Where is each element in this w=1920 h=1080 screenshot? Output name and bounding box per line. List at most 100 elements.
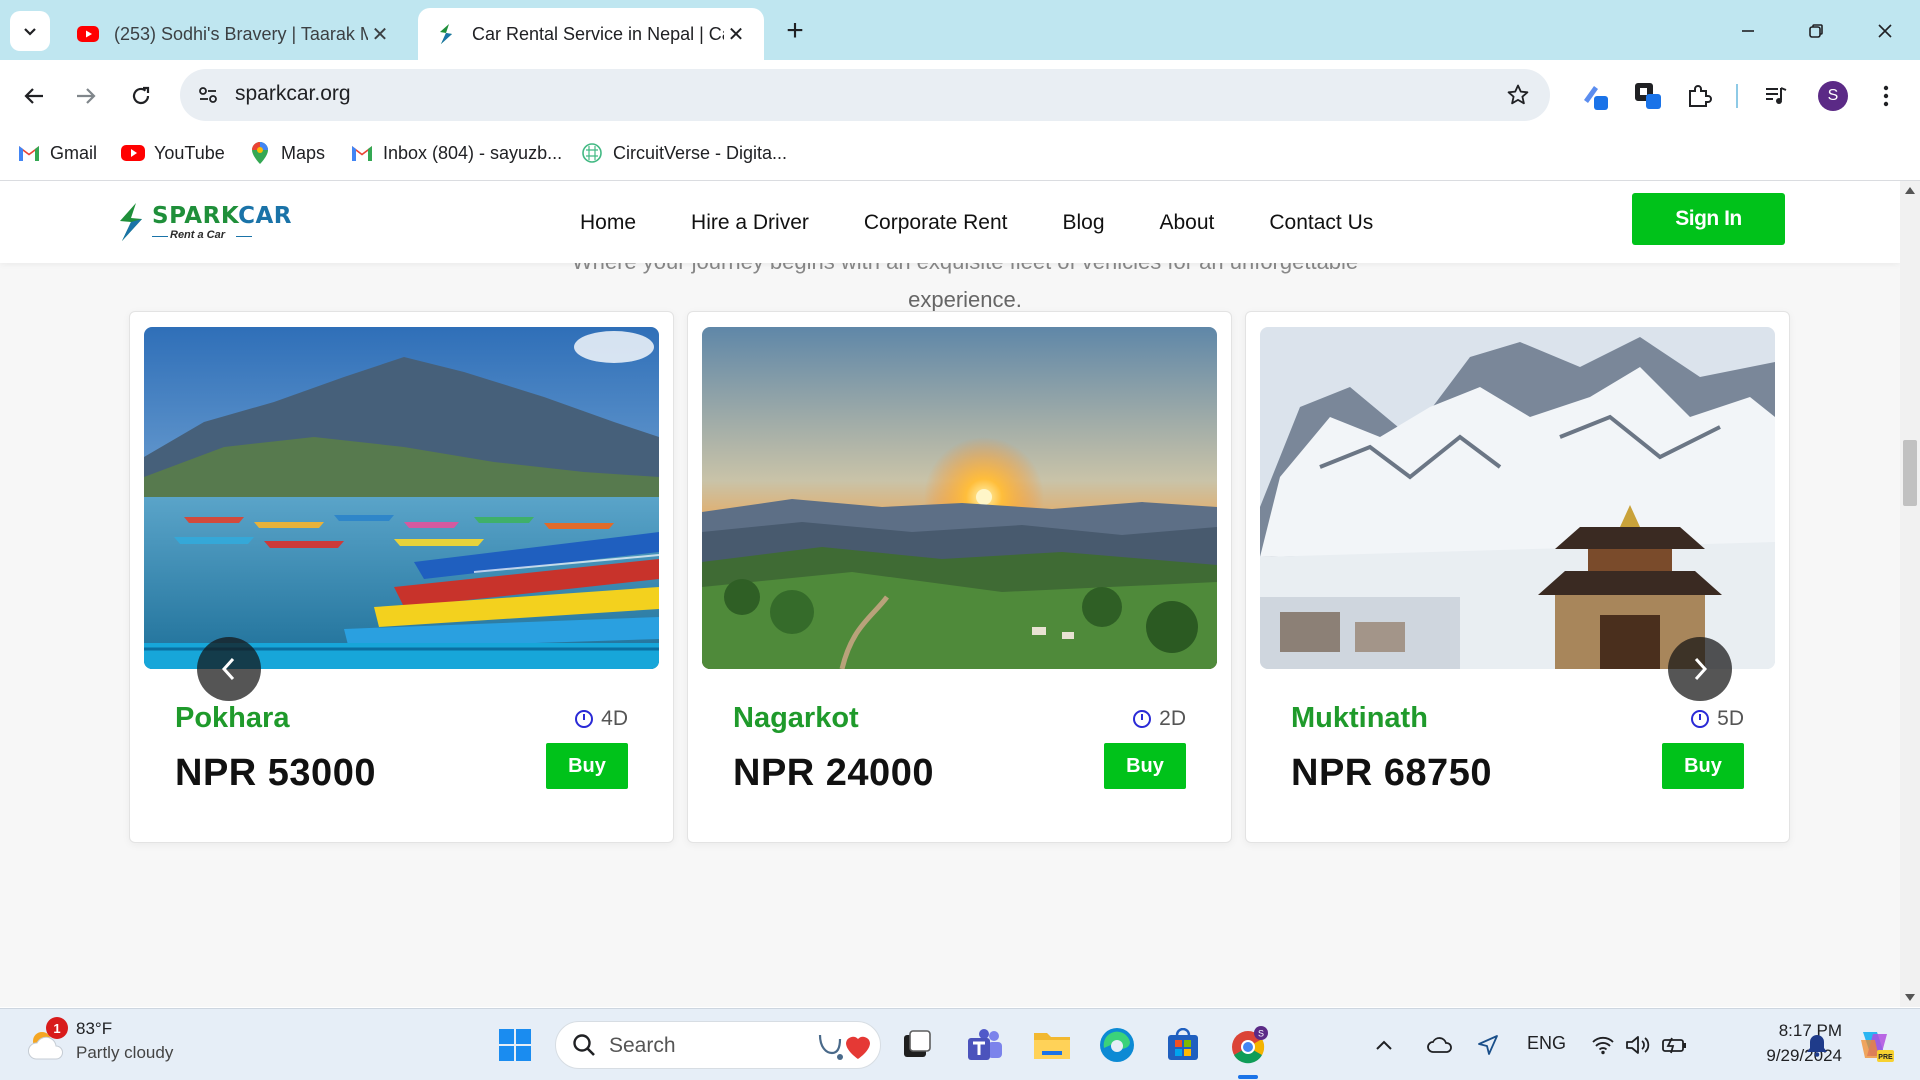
url-text[interactable]: sparkcar.org	[235, 82, 351, 106]
package-place: Muktinath	[1291, 702, 1428, 734]
page-scrollbar[interactable]	[1900, 181, 1920, 1007]
new-tab-button[interactable]: +	[780, 16, 810, 46]
close-tab-icon[interactable]: ✕	[368, 22, 392, 46]
wifi-button[interactable]	[1583, 1023, 1623, 1067]
buy-button[interactable]: Buy	[546, 743, 628, 789]
bookmark-youtube[interactable]: YouTube	[121, 138, 225, 168]
notifications-button[interactable]	[1797, 1023, 1837, 1067]
carousel-next-button[interactable]	[1668, 637, 1732, 701]
bookmark-circuitverse[interactable]: CircuitVerse - Digita...	[580, 138, 787, 168]
extensions-puzzle-icon[interactable]	[1681, 78, 1717, 114]
search-highlight-icon	[818, 1034, 870, 1060]
extension-translate-icon[interactable]	[1630, 78, 1666, 114]
sparkcar-logo[interactable]: SPARKCAR Rent a Car	[112, 199, 292, 245]
chrome-button[interactable]: S	[1226, 1023, 1270, 1067]
bookmark-maps[interactable]: Maps	[248, 138, 325, 168]
windows-taskbar: 1 83°F Partly cloudy Search S ENG 8:17 P…	[0, 1008, 1920, 1080]
scroll-up-arrow-icon[interactable]	[1905, 187, 1915, 194]
tab-youtube[interactable]: (253) Sodhi's Bravery | Taarak M ✕	[60, 8, 408, 60]
bookmark-label: Gmail	[50, 142, 98, 163]
minimize-button[interactable]	[1731, 14, 1765, 48]
tab-search-button[interactable]	[10, 11, 50, 51]
chevron-right-icon	[1694, 657, 1708, 681]
scrollbar-thumb[interactable]	[1903, 440, 1917, 506]
bookmark-label: CircuitVerse - Digita...	[613, 142, 788, 163]
bookmark-label: Inbox (804) - sayuzb...	[383, 142, 563, 163]
package-image[interactable]	[144, 327, 659, 669]
buy-button[interactable]: Buy	[1104, 743, 1186, 789]
microsoft-store-icon	[1168, 1028, 1198, 1060]
sign-in-button[interactable]: Sign In	[1632, 193, 1785, 245]
show-hidden-icons-button[interactable]	[1370, 1023, 1398, 1067]
forward-button[interactable]	[66, 76, 106, 116]
notification-badge: 1	[46, 1017, 68, 1039]
location-button[interactable]	[1468, 1023, 1508, 1067]
nav-hire-a-driver[interactable]: Hire a Driver	[691, 211, 809, 235]
weather-widget[interactable]: 1 83°F Partly cloudy	[26, 1017, 186, 1073]
bookmark-gmail[interactable]: Gmail	[17, 138, 97, 168]
restore-button[interactable]	[1799, 14, 1833, 48]
forward-arrow-icon	[77, 88, 96, 104]
site-info-icon[interactable]	[194, 81, 222, 109]
gmail-icon	[350, 141, 374, 165]
windows-logo-icon	[499, 1029, 531, 1061]
media-control-icon[interactable]	[1758, 78, 1794, 114]
package-card-muktinath: Muktinath 5D NPR 68750 Buy	[1245, 311, 1790, 843]
input-language[interactable]: ENG	[1527, 1033, 1566, 1054]
package-place: Pokhara	[175, 702, 290, 734]
location-arrow-icon	[1478, 1035, 1498, 1055]
close-icon	[1878, 24, 1892, 38]
page-viewport: Where your journey begins with an exquis…	[0, 181, 1900, 1007]
store-button[interactable]	[1161, 1023, 1205, 1067]
nav-corporate-rent[interactable]: Corporate Rent	[864, 211, 1008, 235]
battery-button[interactable]	[1655, 1023, 1695, 1067]
minimize-icon	[1742, 30, 1754, 32]
package-duration: 5D	[1691, 707, 1744, 731]
start-button[interactable]	[493, 1023, 537, 1067]
onedrive-button[interactable]	[1420, 1023, 1460, 1067]
teams-button[interactable]	[963, 1023, 1007, 1067]
tagline-rule-left	[152, 236, 168, 237]
youtube-icon	[77, 26, 99, 42]
section-subtitle-line2: experience.	[908, 287, 1022, 312]
copilot-button[interactable]: PRE	[1850, 1023, 1900, 1067]
nav-blog[interactable]: Blog	[1062, 211, 1104, 235]
nav-contact-us[interactable]: Contact Us	[1269, 211, 1373, 235]
buy-button[interactable]: Buy	[1662, 743, 1744, 789]
site-header: SPARKCAR Rent a Car Home Hire a Driver C…	[0, 181, 1900, 263]
profile-avatar[interactable]: S	[1818, 81, 1848, 111]
close-window-button[interactable]	[1868, 14, 1902, 48]
taskbar-search[interactable]: Search	[555, 1021, 881, 1069]
package-place: Nagarkot	[733, 702, 859, 734]
speaker-icon	[1626, 1036, 1650, 1054]
close-tab-icon[interactable]: ✕	[724, 22, 748, 46]
bookmark-star-icon[interactable]	[1504, 81, 1532, 109]
package-image[interactable]	[702, 327, 1217, 669]
bookmark-label: YouTube	[154, 142, 225, 163]
address-bar[interactable]: sparkcar.org	[180, 69, 1550, 121]
package-duration: 2D	[1133, 707, 1186, 731]
menu-kebab-icon[interactable]	[1868, 78, 1904, 114]
youtube-icon	[121, 141, 145, 165]
carousel-prev-button[interactable]	[197, 637, 261, 701]
nav-about[interactable]: About	[1160, 211, 1215, 235]
reload-button[interactable]	[121, 76, 161, 116]
file-explorer-button[interactable]	[1030, 1023, 1074, 1067]
bookmark-inbox[interactable]: Inbox (804) - sayuzb...	[350, 138, 562, 168]
package-image[interactable]	[1260, 327, 1775, 669]
back-button[interactable]	[14, 76, 54, 116]
tagline-rule-right	[236, 236, 252, 237]
folder-icon	[1034, 1033, 1070, 1059]
task-view-button[interactable]	[895, 1023, 939, 1067]
clock-icon	[575, 710, 594, 728]
nav-home[interactable]: Home	[580, 211, 636, 235]
task-view-icon	[904, 1030, 931, 1057]
extension-pen-icon[interactable]	[1578, 78, 1614, 114]
tab-sparkcar[interactable]: Car Rental Service in Nepal | Ca ✕	[418, 8, 764, 60]
gmail-icon	[17, 141, 41, 165]
reload-icon	[132, 86, 150, 105]
volume-button[interactable]	[1618, 1023, 1658, 1067]
edge-button[interactable]	[1095, 1023, 1139, 1067]
scroll-down-arrow-icon[interactable]	[1905, 994, 1915, 1001]
bell-icon	[1807, 1035, 1827, 1057]
